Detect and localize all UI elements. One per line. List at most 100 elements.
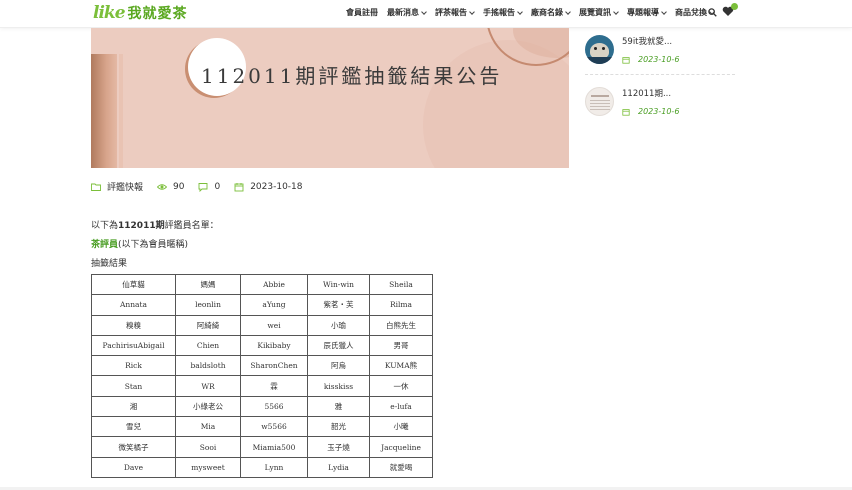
table-cell: 仙草貓 xyxy=(91,273,176,296)
table-cell: Annata xyxy=(91,294,176,316)
table-cell: PachirisuAbigail xyxy=(91,334,176,357)
table-cell: 就愛喝 xyxy=(369,456,433,478)
table-cell: Mia xyxy=(175,416,241,438)
post-thumbnail[interactable] xyxy=(585,35,614,64)
table-cell: KUMA熊 xyxy=(369,355,433,377)
table-cell: 玉子燒 xyxy=(307,436,370,458)
folder-icon xyxy=(91,183,101,191)
table-cell: w5566 xyxy=(240,416,308,438)
post-banner-image: 112011期評鑑抽籤結果公告 xyxy=(91,28,569,168)
nav-item-label: 商品兌換 xyxy=(675,8,707,17)
table-cell: Rick xyxy=(91,355,176,377)
table-row: Dave mysweet Lynn Lydia 就愛喝 xyxy=(91,456,433,478)
nav-item-label: 最新消息 xyxy=(387,8,419,17)
table-cell: Sooi xyxy=(175,436,241,458)
table-cell: SharonChen xyxy=(240,355,308,377)
tasters-line: 茶評員(以下為會員暱稱) xyxy=(91,237,188,250)
nav-item-label: 手搖報告 xyxy=(483,8,515,17)
calendar-icon xyxy=(234,182,244,191)
nav-item[interactable]: 手搖報告 xyxy=(483,7,523,18)
table-cell: mysweet xyxy=(175,456,241,478)
table-cell: 阿綺綺 xyxy=(175,314,241,336)
table-cell: 紫茗・芙 xyxy=(307,294,370,316)
wishlist-badge xyxy=(731,3,738,10)
table-cell: Dave xyxy=(91,456,176,478)
chevron-down-icon xyxy=(661,8,667,15)
sidebar-post-title[interactable]: 59it我就愛... xyxy=(622,35,679,47)
results-table: 仙草貓 媽媽 Abbie Win-win Sheila Annata leonlin aYun… xyxy=(91,273,433,478)
tasters-label: 茶評員 xyxy=(91,240,119,250)
table-cell: 雅 xyxy=(307,395,370,418)
logo-mark: like xyxy=(93,3,126,23)
table-cell: 辰氏獵人 xyxy=(307,334,370,357)
comments-value: 0 xyxy=(214,181,221,192)
comments-count[interactable]: 0 xyxy=(198,182,220,192)
sidebar-post[interactable]: 59it我就愛... 2023-10-6 xyxy=(585,35,679,64)
table-row: Annata leonlin aYung 紫茗・芙 Rilma xyxy=(91,294,433,316)
post-thumbnail[interactable] xyxy=(585,87,614,116)
main-nav: 會員註冊 最新消息 評茶報告 手搖報告 廠商名錄 展覽資訊 專題報導 商品兌換 xyxy=(346,7,723,18)
table-cell: e-lufa xyxy=(369,395,433,418)
table-cell: 一休 xyxy=(369,375,433,397)
table-cell: 媽媽 xyxy=(175,273,241,296)
table-row: Rick baldsloth SharonChen 阿烏 KUMA熊 xyxy=(91,355,433,377)
table-cell: 男哥 xyxy=(369,334,433,357)
nav-item[interactable]: 最新消息 xyxy=(387,7,427,18)
table-row: 湘小綠老公 5566 雅 e-lufa xyxy=(91,395,433,418)
table-cell: Lynn xyxy=(240,456,308,478)
table-cell: Miamia500 xyxy=(240,436,308,458)
table-cell: WR xyxy=(175,375,241,397)
table-row: Stan WR 霖 kisskiss 一休 xyxy=(91,375,433,397)
table-cell: 5566 xyxy=(240,395,308,418)
nav-item[interactable]: 會員註冊 xyxy=(346,7,378,18)
calendar-icon xyxy=(622,108,630,116)
chevron-down-icon xyxy=(421,8,427,15)
date-value: 2023-10-18 xyxy=(250,181,303,192)
table-row: PachirisuAbigail Chien Kikibaby 辰氏獵人 男哥 xyxy=(91,334,433,357)
nav-item-label: 廠商名錄 xyxy=(531,8,563,17)
nav-item-label: 評茶報告 xyxy=(435,8,467,17)
chevron-down-icon xyxy=(613,8,619,15)
category-link[interactable]: 評鑑快報 xyxy=(91,180,143,193)
nav-item[interactable]: 專題報導 xyxy=(627,7,667,18)
site-header: like 我就愛茶 會員註冊 最新消息 評茶報告 手搖報告 廠商名錄 展覽資訊 專題報導 商品… xyxy=(0,0,852,28)
nav-item-label: 專題報導 xyxy=(627,8,659,17)
table-cell: 小瑜 xyxy=(307,314,370,336)
table-cell: 白熊先生 xyxy=(369,314,433,336)
table-cell: leonlin xyxy=(175,294,241,316)
table-cell: baldsloth xyxy=(175,355,241,377)
sidebar-post-title[interactable]: 112011期... xyxy=(622,87,679,99)
sidebar-post[interactable]: 112011期... 2023-10-6 xyxy=(585,87,679,116)
search-icon[interactable] xyxy=(708,8,717,17)
table-cell: 微笑橘子 xyxy=(91,436,176,458)
table-row: 雪兒 Mia w5566 韶光 小曦 xyxy=(91,416,433,438)
nav-item[interactable]: 展覽資訊 xyxy=(579,7,619,18)
comment-icon xyxy=(199,182,208,192)
table-cell: 阿烏 xyxy=(307,355,370,377)
chevron-down-icon xyxy=(469,8,475,15)
tasters-note: (以下為會員暱稱) xyxy=(118,240,189,250)
eye-icon xyxy=(157,183,168,190)
table-cell: wei xyxy=(240,314,308,336)
table-cell: 小曦 xyxy=(369,416,433,438)
nav-item[interactable]: 評茶報告 xyxy=(435,7,475,18)
results-label: 抽籤結果 xyxy=(91,259,128,269)
views-count: 90 xyxy=(157,182,184,192)
calendar-icon xyxy=(622,56,630,64)
nav-item[interactable]: 廠商名錄 xyxy=(531,7,571,18)
category-label: 評鑑快報 xyxy=(107,183,144,193)
table-cell: 小綠老公 xyxy=(175,395,241,418)
table-cell: Kikibaby xyxy=(240,334,308,357)
views-value: 90 xyxy=(173,181,185,192)
chevron-down-icon xyxy=(517,8,523,15)
table-row: 糗糗 阿綺綺 wei 小瑜 白熊先生 xyxy=(91,314,433,336)
banner-title: 112011期評鑑抽籤結果公告 xyxy=(201,64,503,88)
post-date: 2023-10-18 xyxy=(234,181,303,192)
table-cell: 雪兒 xyxy=(91,416,176,438)
chevron-down-icon xyxy=(565,8,571,15)
table-cell: Win-win xyxy=(307,273,370,296)
sidebar-divider xyxy=(585,74,735,75)
table-cell: Jacqueline xyxy=(369,436,433,458)
table-cell: aYung xyxy=(240,294,308,316)
site-logo[interactable]: like 我就愛茶 xyxy=(93,2,188,24)
